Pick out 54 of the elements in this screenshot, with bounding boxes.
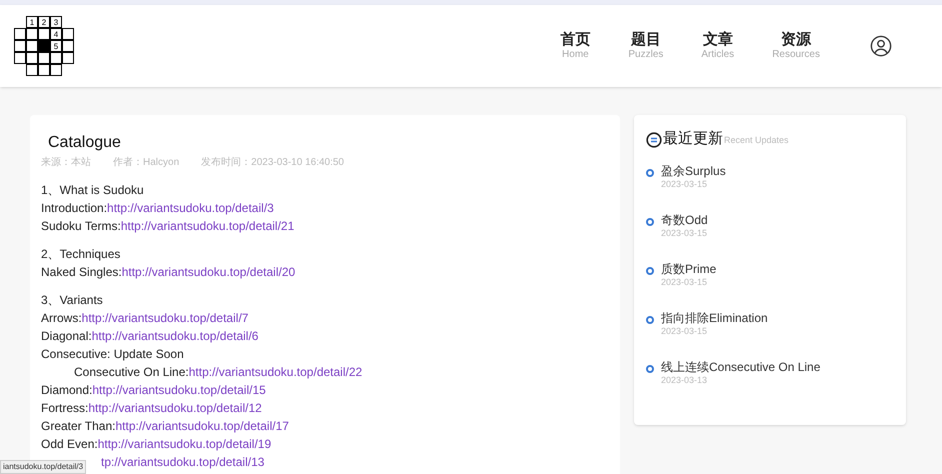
update-date: 2023-03-15: [661, 178, 708, 188]
section-heading: 2、Techniques: [41, 246, 122, 263]
article-meta: 来源：本站: [41, 156, 91, 170]
entry-link[interactable]: http://variantsudoku.top/detail/12: [88, 399, 262, 417]
entry-link[interactable]: http://variantsudoku.top/detail/22: [188, 363, 362, 381]
section-heading: 3、Variants: [41, 292, 104, 309]
update-link[interactable]: 质数Prime: [661, 262, 716, 276]
entry-label: Odd Even:: [41, 436, 98, 453]
update-link[interactable]: 奇数Odd: [661, 212, 708, 228]
recent-title: 最近更新: [663, 128, 723, 149]
entry-label: Diamond:: [41, 382, 92, 399]
update-date: 2023-03-15: [661, 276, 708, 286]
entry-label: Greater Than:: [41, 418, 116, 435]
entry-label: Fortress:: [41, 400, 88, 417]
update-link[interactable]: 指向排除Elimination: [661, 310, 768, 326]
article-meta: 作者：Halcyon: [113, 156, 180, 170]
nav-link[interactable]: 文章 Articles: [701, 30, 734, 62]
entry-link[interactable]: http://variantsudoku.top/detail/19: [98, 435, 272, 453]
list-icon: [646, 132, 662, 148]
update-link[interactable]: 盈余Surplus: [661, 164, 726, 178]
entry-label: Consecutive On Line:: [74, 364, 189, 381]
article-title: Catalogue: [47, 133, 122, 153]
entry-link[interactable]: tp://variantsudoku.top/detail/13: [101, 453, 264, 471]
entry-label: Consecutive: Update Soon: [41, 346, 184, 363]
nav-link[interactable]: 资源 Resources: [772, 30, 820, 62]
bullet-icon: [646, 266, 654, 274]
entry-link[interactable]: http://variantsudoku.top/detail/17: [115, 417, 289, 435]
bullet-icon: [646, 316, 654, 324]
update-date: 2023-03-13: [661, 374, 708, 384]
entry-link[interactable]: http://variantsudoku.top/detail/21: [120, 217, 294, 235]
entry-link[interactable]: http://variantsudoku.top/detail/15: [92, 381, 266, 399]
bullet-icon: [646, 168, 654, 176]
entry-label: Sudoku Terms:: [41, 218, 121, 235]
user-icon[interactable]: [870, 35, 892, 57]
entry-label: Arrows:: [41, 310, 82, 327]
logo[interactable]: 1 2 3 4 5: [14, 16, 74, 76]
update-date: 2023-03-15: [661, 326, 708, 336]
update-date: 2023-03-15: [661, 228, 708, 238]
bullet-icon: [646, 364, 654, 372]
entry-label: Naked Singles:: [41, 264, 122, 281]
nav-link[interactable]: 题目 Puzzles: [628, 30, 664, 62]
entry-label: Introduction:: [41, 200, 108, 217]
section-heading: 1、What is Sudoku: [41, 182, 145, 199]
update-link[interactable]: 线上连续Consecutive On Line: [661, 360, 820, 374]
entry-label: Diagonal:: [41, 328, 92, 345]
article-meta: 发布时间：2023-03-10 16:40:50: [201, 156, 344, 170]
bullet-icon: [646, 218, 654, 226]
entry-link[interactable]: http://variantsudoku.top/detail/20: [122, 263, 296, 281]
entry-link[interactable]: http://variantsudoku.top/detail/7: [82, 309, 248, 327]
nav-link[interactable]: 首页 Home: [560, 30, 590, 62]
entry-link[interactable]: http://variantsudoku.top/detail/3: [107, 199, 274, 217]
entry-link[interactable]: http://variantsudoku.top/detail/6: [92, 327, 258, 345]
status-url-tooltip: iantsudoku.top/detail/3: [0, 460, 86, 474]
recent-subtitle: Recent Updates: [724, 134, 789, 147]
